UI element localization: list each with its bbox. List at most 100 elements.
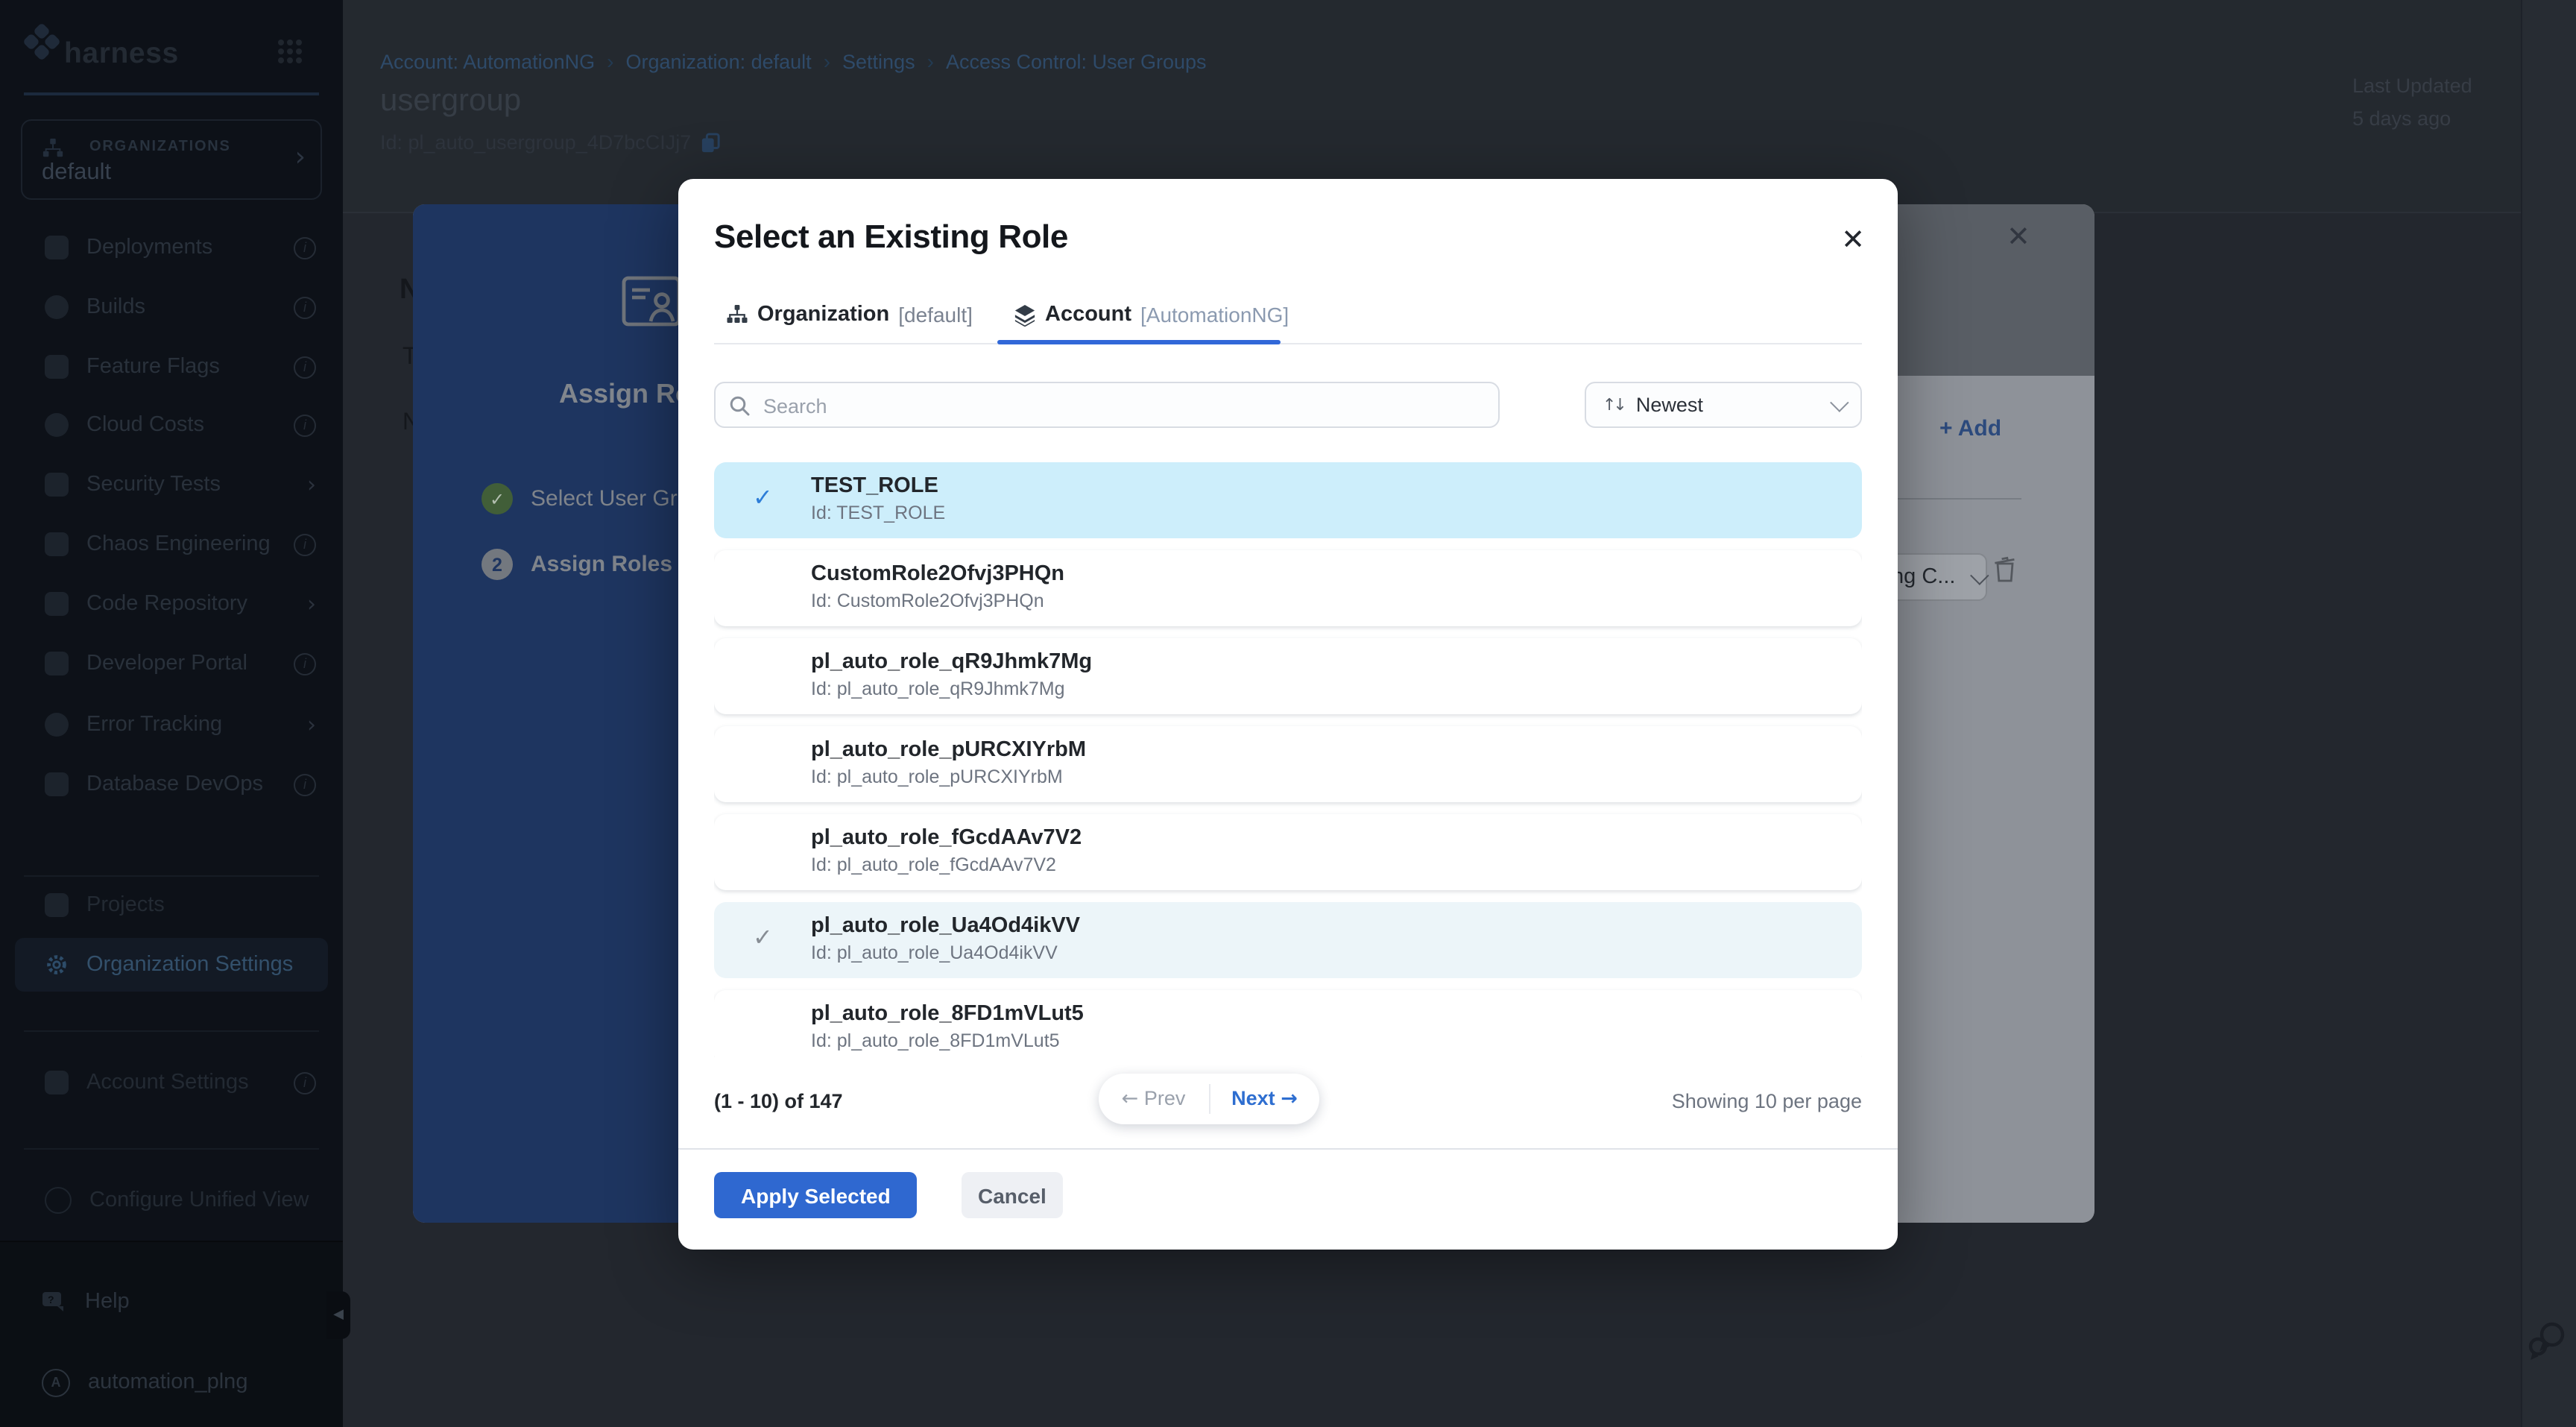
role-row[interactable]: pl_auto_role_qR9Jhmk7Mg Id: pl_auto_role… bbox=[714, 638, 1862, 714]
chat-bubbles-icon[interactable] bbox=[2525, 1318, 2570, 1363]
role-id: Id: pl_auto_role_8FD1mVLut5 bbox=[811, 1030, 1060, 1051]
role-row-ua4od4ikvv[interactable]: ✓ pl_auto_role_Ua4Od4ikVV Id: pl_auto_ro… bbox=[714, 902, 1862, 978]
role-row[interactable]: CustomRole2Ofvj3PHQn Id: CustomRole2Ofvj… bbox=[714, 550, 1862, 626]
breadcrumb-organization[interactable]: Organization: default bbox=[626, 50, 812, 72]
wrench-icon bbox=[45, 1187, 72, 1214]
role-binding-dropdown-value: ng C... bbox=[1892, 565, 1955, 589]
sidebar-item-database-devops[interactable]: Database DevOps i bbox=[0, 757, 343, 811]
sidebar-item-code-repository[interactable]: Code Repository › bbox=[0, 577, 343, 631]
error-tracking-icon bbox=[45, 713, 69, 737]
breadcrumb-separator: › bbox=[607, 49, 613, 73]
sidebar-divider bbox=[24, 875, 319, 877]
wizard-step-1[interactable]: ✓ Select User Grou bbox=[482, 483, 702, 514]
next-label: Next bbox=[1231, 1087, 1275, 1109]
prev-button[interactable]: ← Prev bbox=[1099, 1084, 1210, 1114]
copy-icon[interactable] bbox=[700, 132, 719, 153]
help-chat-icon: ? bbox=[42, 1291, 67, 1313]
role-id: Id: CustomRole2Ofvj3PHQn bbox=[811, 590, 1044, 611]
chevron-right-icon: › bbox=[307, 711, 316, 738]
search-box bbox=[714, 382, 1500, 428]
sidebar-bottom-section: ? Help A automation_plng bbox=[0, 1241, 343, 1427]
wizard-close-icon[interactable]: ✕ bbox=[2007, 221, 2030, 253]
sidebar-item-developer-portal[interactable]: Developer Portal i bbox=[0, 637, 343, 690]
sidebar-item-cloud-costs[interactable]: Cloud Costs i bbox=[0, 398, 343, 452]
breadcrumb-account[interactable]: Account: AutomationNG bbox=[380, 50, 595, 72]
chevron-right-icon: › bbox=[307, 590, 316, 617]
info-icon[interactable]: i bbox=[294, 533, 316, 555]
last-updated-value: 5 days ago bbox=[2352, 103, 2472, 136]
role-row-test-role[interactable]: ✓ TEST_ROLE Id: TEST_ROLE bbox=[714, 462, 1862, 538]
breadcrumb-settings[interactable]: Settings bbox=[842, 50, 915, 72]
sidebar-item-account-settings[interactable]: Account Settings i bbox=[0, 1056, 343, 1109]
trash-icon[interactable] bbox=[1993, 556, 2017, 583]
search-icon bbox=[729, 395, 750, 416]
gear-icon bbox=[45, 953, 69, 977]
sidebar-item-builds[interactable]: Builds i bbox=[0, 280, 343, 334]
chaos-engineering-icon bbox=[45, 532, 69, 556]
chevron-right-icon: › bbox=[307, 471, 316, 498]
cancel-button[interactable]: Cancel bbox=[962, 1172, 1063, 1218]
feature-flags-icon bbox=[45, 355, 69, 379]
user-name: automation_plng bbox=[88, 1370, 247, 1394]
role-row[interactable]: pl_auto_role_8FD1mVLut5 Id: pl_auto_role… bbox=[714, 990, 1862, 1057]
org-selector[interactable]: ORGANIZATIONS default › bbox=[21, 119, 322, 200]
check-icon: ✓ bbox=[753, 923, 773, 951]
info-icon[interactable]: i bbox=[294, 652, 316, 675]
sidebar-item-chaos-engineering[interactable]: Chaos Engineering i bbox=[0, 517, 343, 571]
check-icon: ✓ bbox=[753, 483, 773, 511]
add-role-button[interactable]: + Add bbox=[1939, 416, 2001, 441]
sidebar-item-configure-unified-view[interactable]: Configure Unified View bbox=[0, 1174, 343, 1227]
info-icon[interactable]: i bbox=[294, 236, 316, 259]
sidebar-divider bbox=[24, 1030, 319, 1032]
sidebar-collapse-handle[interactable]: ◀ bbox=[326, 1291, 350, 1339]
sidebar-item-projects[interactable]: Projects bbox=[0, 878, 343, 932]
search-input[interactable] bbox=[760, 385, 1482, 428]
sidebar-divider bbox=[24, 1148, 319, 1150]
tab-account[interactable]: Account [AutomationNG] bbox=[1014, 295, 1289, 334]
sidebar-item-help[interactable]: ? Help bbox=[0, 1275, 343, 1329]
step-done-check-icon: ✓ bbox=[482, 483, 513, 514]
sidebar-item-organization-settings[interactable]: Organization Settings bbox=[15, 938, 328, 992]
dialog-close-icon[interactable]: ✕ bbox=[1841, 224, 1865, 256]
harness-logo-icon[interactable] bbox=[22, 22, 61, 61]
sidebar-item-label: Feature Flags bbox=[86, 355, 220, 379]
code-repository-icon bbox=[45, 592, 69, 616]
role-id: Id: TEST_ROLE bbox=[811, 503, 945, 523]
role-name: pl_auto_role_pURCXIYrbM bbox=[811, 738, 1086, 762]
sidebar-item-security-tests[interactable]: Security Tests › bbox=[0, 458, 343, 511]
sidebar-item-label: Cloud Costs bbox=[86, 413, 204, 437]
sidebar-item-feature-flags[interactable]: Feature Flags i bbox=[0, 340, 343, 394]
sidebar-item-deployments[interactable]: Deployments i bbox=[0, 221, 343, 274]
user-menu[interactable]: A automation_plng bbox=[0, 1355, 343, 1409]
info-icon[interactable]: i bbox=[294, 296, 316, 318]
projects-icon bbox=[45, 893, 69, 917]
org-selector-value: default bbox=[42, 160, 111, 186]
module-grid-icon[interactable] bbox=[277, 39, 303, 64]
tab-organization[interactable]: Organization [default] bbox=[726, 295, 973, 334]
scope-tabs: Organization [default] Account [Automati… bbox=[714, 295, 1862, 344]
sort-dropdown[interactable]: ↑↓ Newest bbox=[1585, 382, 1862, 428]
svg-text:?: ? bbox=[48, 1293, 54, 1305]
arrow-left-icon: ← bbox=[1122, 1087, 1139, 1111]
entity-id-text: Id: pl_auto_usergroup_4D7bcCIJj7 bbox=[380, 131, 691, 154]
breadcrumb-separator: › bbox=[927, 49, 934, 73]
harness-logo-text[interactable]: harness bbox=[64, 37, 179, 72]
info-icon[interactable]: i bbox=[294, 356, 316, 378]
deployments-icon bbox=[45, 236, 69, 259]
next-button[interactable]: Next → bbox=[1210, 1087, 1319, 1111]
sidebar-item-error-tracking[interactable]: Error Tracking › bbox=[0, 698, 343, 752]
info-icon[interactable]: i bbox=[294, 414, 316, 436]
org-selector-label: ORGANIZATIONS bbox=[89, 139, 231, 155]
breadcrumb-access-control[interactable]: Access Control: User Groups bbox=[946, 50, 1207, 72]
info-icon[interactable]: i bbox=[294, 1071, 316, 1094]
breadcrumb: Account: AutomationNG › Organization: de… bbox=[380, 49, 1207, 73]
organization-icon bbox=[726, 303, 748, 326]
pagination-range: (1 - 10) of 147 bbox=[714, 1090, 843, 1112]
role-row[interactable]: pl_auto_role_pURCXIYrbM Id: pl_auto_role… bbox=[714, 726, 1862, 802]
sidebar-item-label: Developer Portal bbox=[86, 652, 247, 675]
sidebar-item-label: Database DevOps bbox=[86, 772, 263, 796]
chevron-down-icon bbox=[1830, 393, 1849, 412]
role-row[interactable]: pl_auto_role_fGcdAAv7V2 Id: pl_auto_role… bbox=[714, 814, 1862, 890]
info-icon[interactable]: i bbox=[294, 773, 316, 796]
apply-selected-button[interactable]: Apply Selected bbox=[714, 1172, 918, 1218]
